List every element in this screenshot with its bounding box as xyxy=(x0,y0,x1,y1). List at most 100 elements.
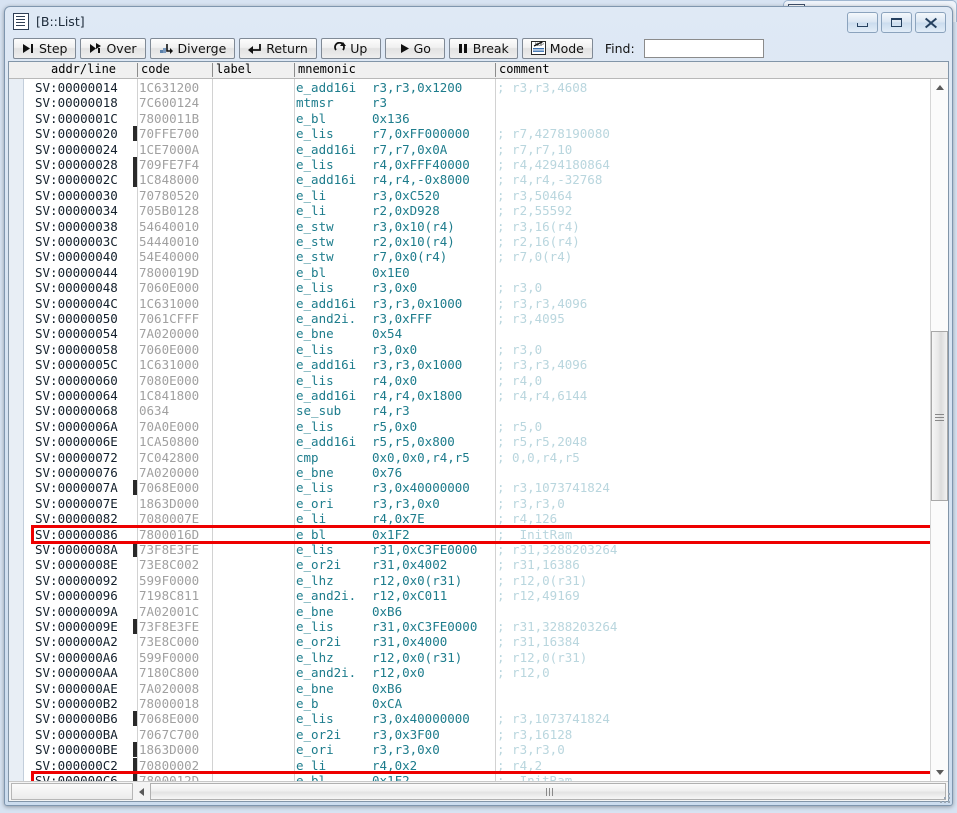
row-mnemonic: e_bne xyxy=(296,465,334,480)
row-mnemonic: se_sub xyxy=(296,403,342,419)
code-row[interactable]: SV:00000058 7060E000 e_lis r3,0x0 ; r3,0 xyxy=(9,342,930,357)
code-row[interactable]: SV:000000C6 7800012D e_bl 0x1F2 ; _InitRam xyxy=(9,773,930,781)
code-row[interactable]: SV:000000AA 7180C800 e_and2i. r12,0x0 ; r12,… xyxy=(9,665,930,680)
row-address: SV:0000008E xyxy=(35,557,118,573)
title-bar[interactable]: [B::List] xyxy=(5,7,952,35)
code-row[interactable]: SV:00000060 7080E000 e_lis r4,0x0 ; r4,0 xyxy=(9,373,930,388)
up-button[interactable]: Up xyxy=(320,37,381,59)
code-row[interactable]: SV:0000007A 7068E000 e_lis r3,0x40000000 ; r… xyxy=(9,480,930,496)
row-comment: ; r3,0 xyxy=(497,341,543,357)
column-header-comment[interactable]: comment xyxy=(499,62,550,77)
scroll-left-button[interactable] xyxy=(133,782,150,801)
scroll-down-button[interactable] xyxy=(931,764,948,781)
code-row[interactable]: SV:00000050 7061CFFF e_and2i. r3,0xFFF ; r3,… xyxy=(9,311,930,326)
row-operands: r7,0xFF000000 xyxy=(372,126,470,142)
code-row[interactable]: SV:0000005C 1C631000 e_add16i r3,r3,0x1000;… xyxy=(9,357,930,372)
code-rows[interactable]: SV:00000014 1C631200 e_add16i r3,r3,0x1200;… xyxy=(9,79,930,781)
column-header-addr[interactable]: addr/line xyxy=(51,62,116,77)
code-row[interactable]: SV:000000A6 599F0000 e_lhz r12,0x0(r31) ; r1… xyxy=(9,650,930,665)
row-mnemonic: e_lhz xyxy=(296,649,334,665)
maximize-button[interactable] xyxy=(881,12,912,33)
code-row[interactable]: SV:0000009E 73F8E3FE e_lis r31,0xC3FE0000 ; … xyxy=(9,619,930,634)
row-opcode: 7800019D xyxy=(139,264,200,280)
vertical-scrollbar[interactable] xyxy=(930,79,948,781)
chevron-down-icon xyxy=(935,770,944,775)
column-header-code[interactable]: code xyxy=(141,62,170,77)
code-row[interactable]: SV:00000014 1C631200 e_add16i r3,r3,0x1200;… xyxy=(9,80,930,95)
code-row[interactable]: SV:00000064 1C841800 e_add16i r4,r4,0x1800;… xyxy=(9,388,930,403)
scroll-up-button[interactable] xyxy=(931,79,948,96)
code-row[interactable]: SV:0000004C 1C631000 e_add16i r3,r3,0x1000;… xyxy=(9,296,930,311)
minimize-button[interactable] xyxy=(847,12,878,33)
code-row[interactable]: SV:000000B2 78000018 e_b 0xCA xyxy=(9,696,930,711)
row-operands: 0xB6 xyxy=(372,680,403,696)
code-column-marker xyxy=(133,757,137,773)
row-comment: ; r3,r3,4096 xyxy=(497,295,588,311)
code-row[interactable]: SV:0000008E 73E8C002 e_or2i r31,0x4002 ; r31… xyxy=(9,557,930,572)
row-opcode: 7C042800 xyxy=(139,449,200,465)
code-row[interactable]: SV:00000040 54E40000 e_stw r7,0x0(r4) ; r7,0… xyxy=(9,249,930,264)
code-row[interactable]: SV:0000003C 54440010 e_stw r2,0x10(r4) ; r2,… xyxy=(9,234,930,249)
vertical-scrollbar-thumb[interactable] xyxy=(931,331,948,501)
code-row[interactable]: SV:000000AE 7A020008 e_bne 0xB6 xyxy=(9,681,930,696)
code-row[interactable]: SV:000000C2 70800002 e_li r4,0x2 ; r4,2 xyxy=(9,757,930,773)
code-row[interactable]: SV:00000018 7C600124 mtmsr r3 xyxy=(9,95,930,110)
code-row[interactable]: SV:00000020 70FFE700 e_lis r7,0xFF000000 ; r… xyxy=(9,126,930,142)
horizontal-scrollbar[interactable] xyxy=(150,783,946,800)
horizontal-scrollbar-thumb[interactable] xyxy=(150,783,946,800)
code-row[interactable]: SV:000000B6 7068E000 e_lis r3,0x40000000 ; r… xyxy=(9,711,930,727)
go-button[interactable]: Go xyxy=(384,37,445,59)
code-row[interactable]: SV:00000054 7A020000 e_bne 0x54 xyxy=(9,326,930,341)
row-mnemonic: e_add16i xyxy=(296,357,357,373)
code-row[interactable]: SV:0000002C 1C848000 e_add16i r4,r4,-0x8000… xyxy=(9,172,930,188)
code-row[interactable]: SV:00000096 7198C811 e_and2i. r12,0xC011 ; r… xyxy=(9,588,930,603)
code-row[interactable]: SV:0000008A 73F8E3FE e_lis r31,0xC3FE0000 ; … xyxy=(9,542,930,557)
code-row[interactable]: SV:000000BE 1863D000 e_ori r3,r3,0x0 ; r3,r3… xyxy=(9,742,930,758)
close-button[interactable] xyxy=(915,12,946,33)
row-opcode: 70A0E000 xyxy=(139,418,200,434)
code-row[interactable]: SV:00000092 599F0000 e_lhz r12,0x0(r31) ; r1… xyxy=(9,573,930,588)
code-row[interactable]: SV:000000A2 73E8C000 e_or2i r31,0x4000 ; r31… xyxy=(9,634,930,649)
return-button-label: Return xyxy=(266,40,308,56)
code-row[interactable]: SV:00000030 70780520 e_li r3,0xC520 ; r3,504… xyxy=(9,188,930,203)
code-row[interactable]: SV:00000076 7A020000 e_bne 0x76 xyxy=(9,465,930,480)
code-row[interactable]: SV:00000072 7C042800 cmp 0x0,0x0,r4,r5 ; 0,0… xyxy=(9,450,930,465)
break-pause-icon xyxy=(458,43,469,54)
row-address: SV:000000A6 xyxy=(35,649,118,665)
row-address: SV:00000096 xyxy=(35,588,118,604)
column-header-label[interactable]: label xyxy=(216,62,252,77)
code-row[interactable]: SV:0000006A 70A0E000 e_lis r5,0x0 ; r5,0 xyxy=(9,419,930,434)
code-row[interactable]: SV:00000068 0634 se_sub r4,r3 xyxy=(9,403,930,418)
break-button[interactable]: Break xyxy=(448,37,518,59)
code-row[interactable]: SV:00000086 7800016D e_bl 0x1F2 ; _InitRam xyxy=(9,527,930,542)
code-row[interactable]: SV:00000044 7800019D e_bl 0x1E0 xyxy=(9,265,930,280)
return-button[interactable]: Return xyxy=(239,37,317,59)
step-button[interactable]: Step xyxy=(13,37,77,59)
row-opcode: 73F8E3FE xyxy=(139,619,200,634)
code-row[interactable]: SV:0000001C 7800011B e_bl 0x136 xyxy=(9,111,930,126)
code-row[interactable]: SV:00000038 54640010 e_stw r3,0x10(r4) ; r3,… xyxy=(9,219,930,234)
row-mnemonic: e_lis xyxy=(296,619,334,634)
mode-button[interactable]: NOP Mode xyxy=(521,37,593,59)
row-operands: r4,0x7E xyxy=(372,511,425,527)
code-row[interactable]: SV:00000028 709FE7F4 e_lis r4,0xFFF40000 ; r… xyxy=(9,157,930,172)
row-comment: ; r5,r5,2048 xyxy=(497,434,588,450)
column-header-mnemonic[interactable]: mnemonic xyxy=(298,62,356,77)
row-address: SV:000000B2 xyxy=(35,696,118,711)
row-address: SV:00000054 xyxy=(35,326,118,342)
resize-grip[interactable] xyxy=(937,790,950,803)
over-button[interactable]: Over xyxy=(80,37,146,59)
code-row[interactable]: SV:00000082 7080007E e_li r4,0x7E ; r4,126 xyxy=(9,511,930,526)
code-row[interactable]: SV:00000048 7060E000 e_lis r3,0x0 ; r3,0 xyxy=(9,280,930,295)
find-input[interactable] xyxy=(643,38,764,58)
code-row[interactable]: SV:0000006E 1CA50800 e_add16i r5,r5,0x800 ; … xyxy=(9,434,930,449)
row-opcode: 705B0128 xyxy=(139,203,200,219)
code-row[interactable]: SV:0000009A 7A02001C e_bne 0xB6 xyxy=(9,604,930,619)
code-row[interactable]: SV:0000007E 1863D000 e_ori r3,r3,0x0 ; r3,r3… xyxy=(9,496,930,511)
row-comment: ; r12,49169 xyxy=(497,588,580,604)
code-row[interactable]: SV:00000024 1CE7000A e_add16i r7,r7,0x0A ; r… xyxy=(9,142,930,157)
code-row[interactable]: SV:000000BA 7067C700 e_or2i r3,0x3F00 ; r3,1… xyxy=(9,727,930,742)
code-row[interactable]: SV:00000034 705B0128 e_li r2,0xD928 ; r2,555… xyxy=(9,203,930,218)
row-address: SV:0000005C xyxy=(35,357,118,373)
diverge-button[interactable]: Diverge xyxy=(149,37,236,59)
